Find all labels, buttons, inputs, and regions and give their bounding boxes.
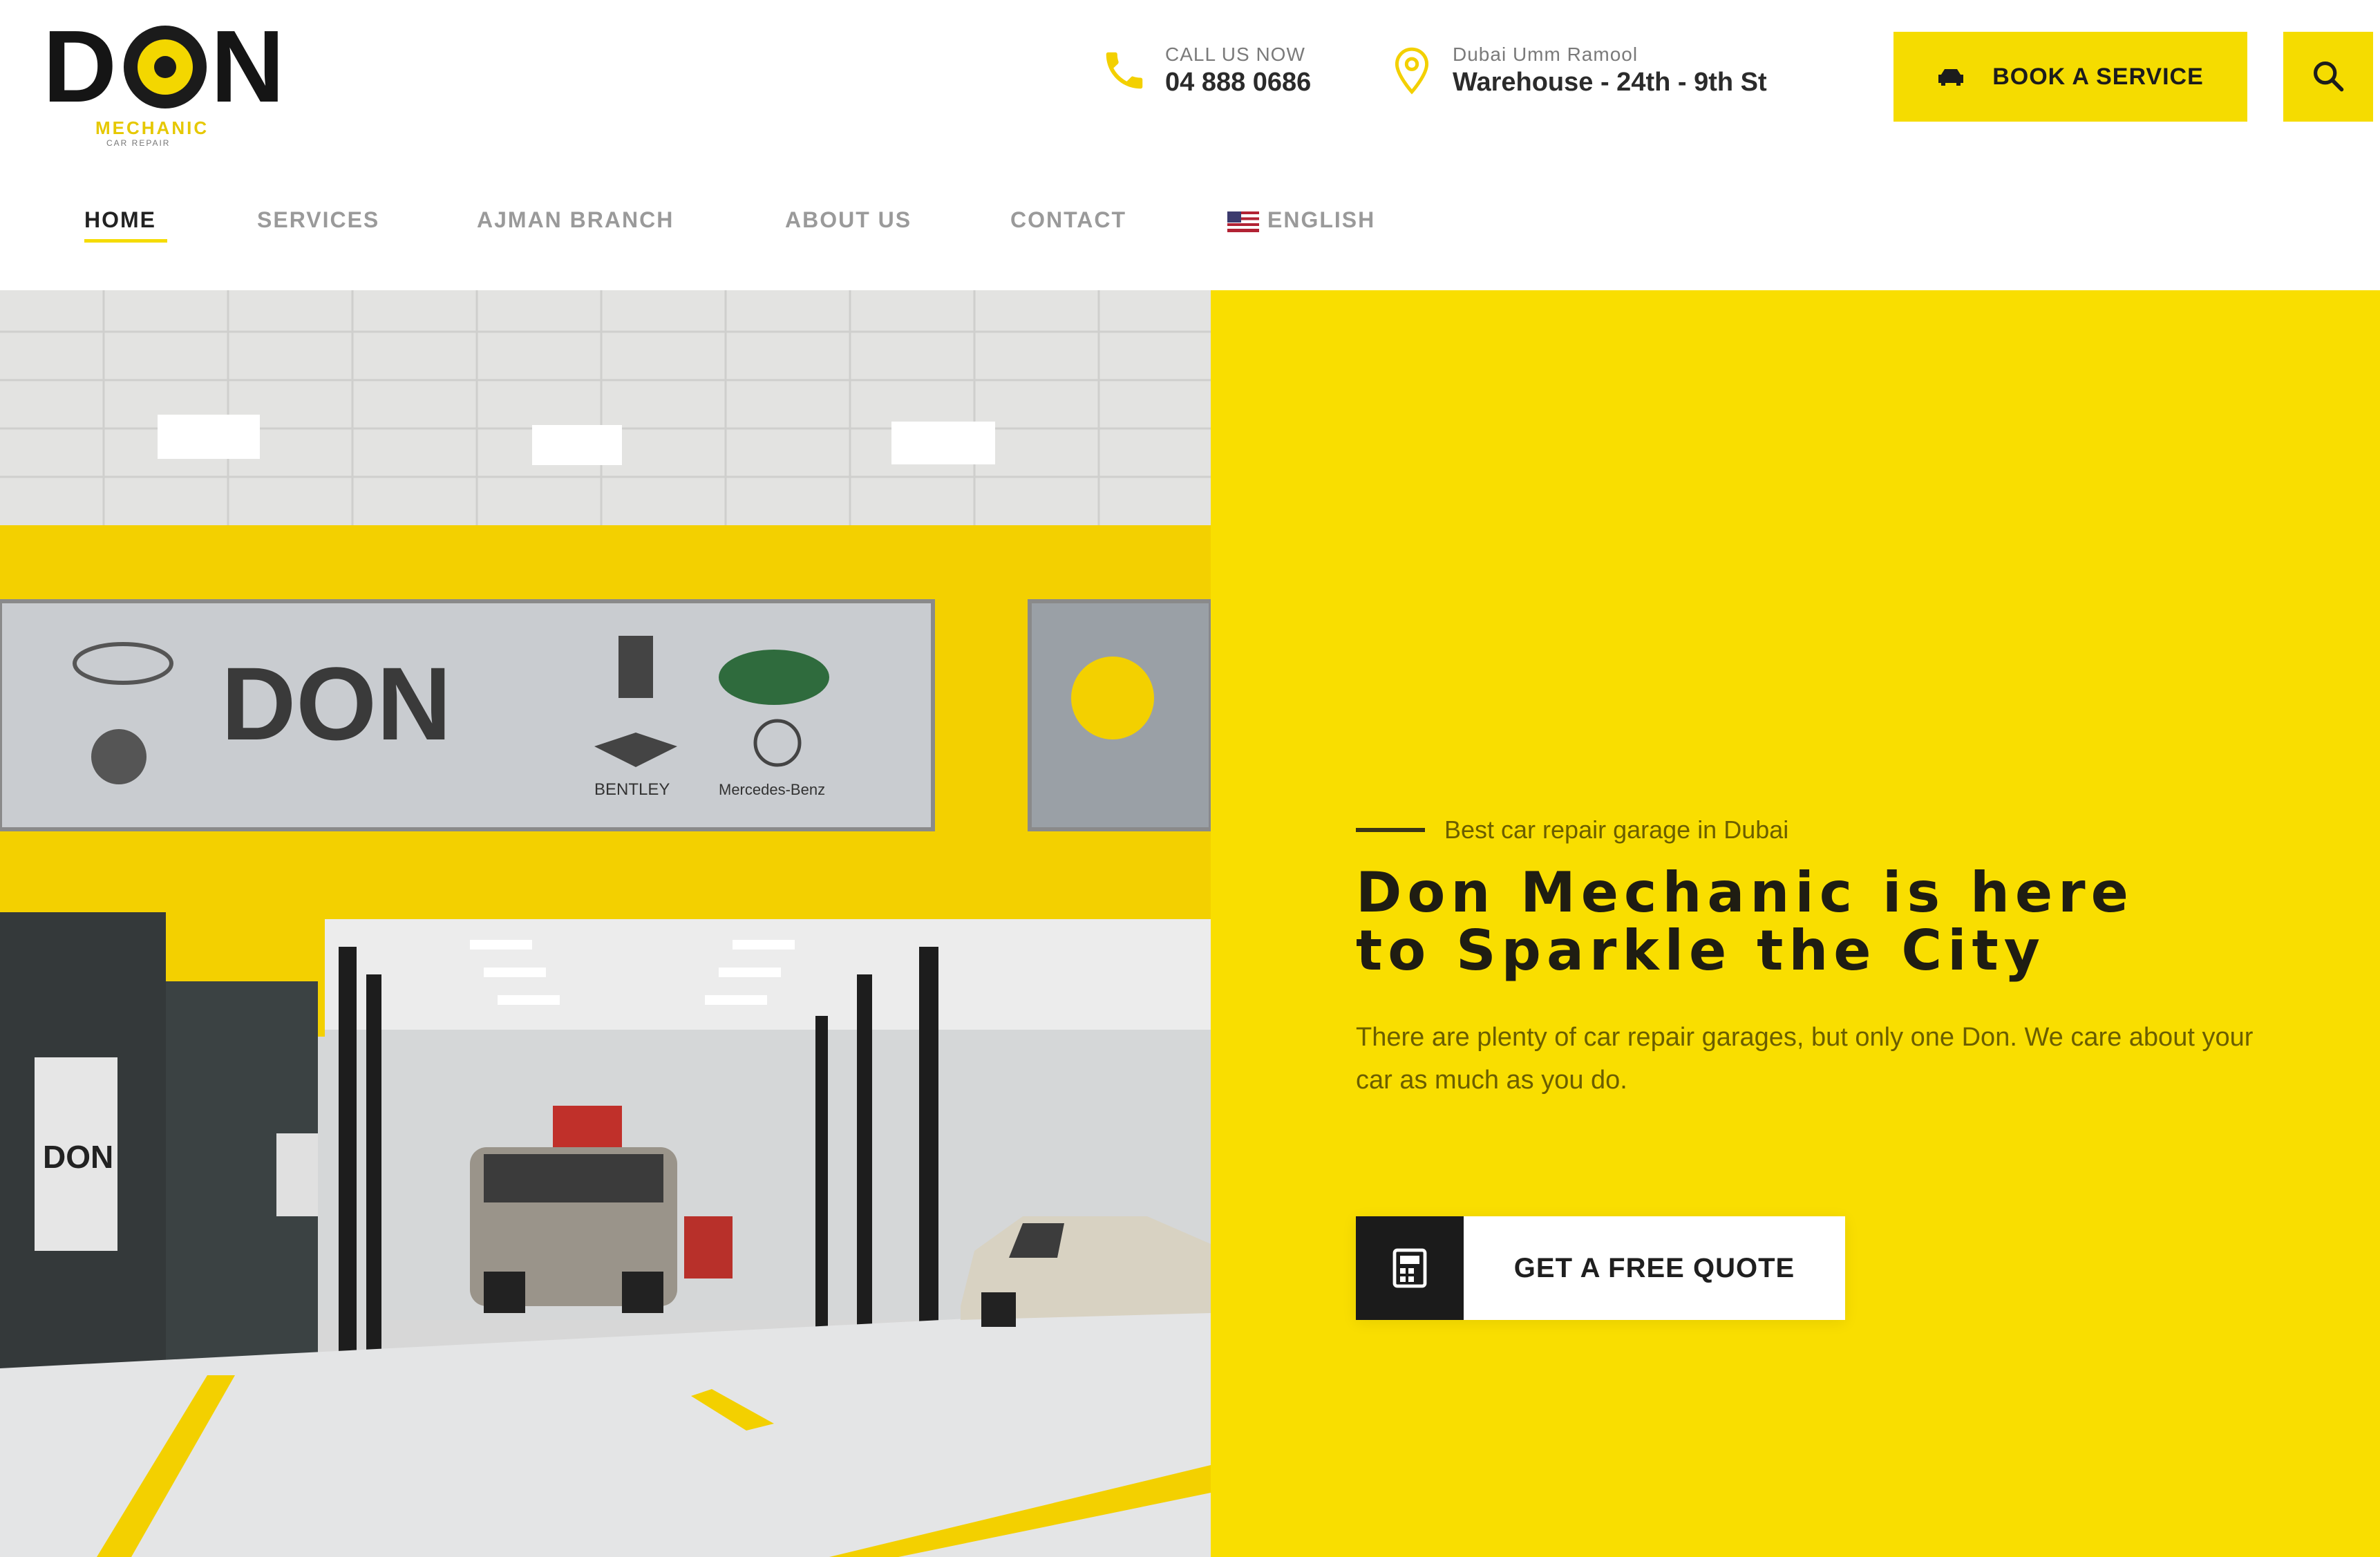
hero-garage-image: DON BENTLEY Mercedes-Benz DON: [0, 290, 1211, 1557]
nav-item-ajman-branch[interactable]: AJMAN BRANCH: [477, 207, 674, 233]
nav-item-services[interactable]: SERVICES: [257, 207, 379, 233]
site-header: DN MECHANIC CAR REPAIR CALL US NOW 04 88…: [0, 0, 2380, 290]
car-icon: [1937, 66, 1965, 87]
uk-flag-icon: [1227, 211, 1259, 232]
badge-mercedes: Mercedes-Benz: [719, 781, 825, 798]
eyebrow-divider: [1356, 828, 1425, 832]
free-quote-label: GET A FREE QUOTE: [1513, 1252, 1795, 1283]
logo-subtitle: MECHANIC: [95, 117, 209, 138]
contact-address[interactable]: Dubai Umm Ramool Warehouse - 24th - 9th …: [1386, 43, 1767, 98]
phone-label: CALL US NOW: [1165, 44, 1305, 65]
free-quote-button[interactable]: GET A FREE QUOTE: [1356, 1216, 1845, 1320]
calculator-icon: [1356, 1216, 1464, 1320]
contact-phone[interactable]: CALL US NOW 04 888 0686: [1099, 43, 1311, 98]
nav-item-contact[interactable]: CONTACT: [1010, 207, 1126, 233]
nav-active-indicator: [84, 239, 167, 243]
language-label: ENGLISH: [1267, 207, 1376, 232]
language-switcher[interactable]: ENGLISH: [1227, 207, 1375, 233]
nav-item-home[interactable]: HOME: [84, 207, 156, 233]
door-don-logo: DON: [43, 1139, 113, 1175]
brand-logo[interactable]: DN MECHANIC CAR REPAIR: [43, 15, 285, 149]
nav-item-about-us[interactable]: ABOUT US: [785, 207, 912, 233]
book-service-label: BOOK A SERVICE: [1992, 63, 2204, 90]
phone-icon: [1099, 45, 1150, 96]
badge-bentley: BENTLEY: [594, 780, 670, 799]
location-icon: [1386, 45, 1437, 96]
logo-wordmark: DN: [43, 10, 287, 124]
book-service-button[interactable]: BOOK A SERVICE: [1893, 32, 2247, 122]
search-button[interactable]: [2283, 32, 2373, 122]
search-icon: [2310, 58, 2346, 96]
logo-wheel-icon: [123, 26, 207, 108]
address-label: Dubai Umm Ramool: [1453, 44, 1638, 65]
phone-number[interactable]: 04 888 0686: [1165, 66, 1311, 98]
main-nav: HOME SERVICES AJMAN BRANCH ABOUT US CONT…: [0, 188, 2380, 257]
logo-tagline: CAR REPAIR: [106, 138, 171, 148]
eyebrow-text: Best car repair garage in Dubai: [1444, 815, 1789, 844]
hero-eyebrow: Best car repair garage in Dubai: [1356, 815, 1788, 844]
headline-line-2: to Sparkle the City: [1356, 918, 2046, 983]
address-value: Warehouse - 24th - 9th St: [1453, 68, 1767, 97]
window-don-logo: DON: [221, 645, 451, 762]
hero-headline: Don Mechanic is here to Sparkle the City: [1356, 864, 2337, 980]
hero-description: There are plenty of car repair garages, …: [1356, 1023, 2254, 1095]
headline-line-1: Don Mechanic is here: [1356, 860, 2134, 925]
